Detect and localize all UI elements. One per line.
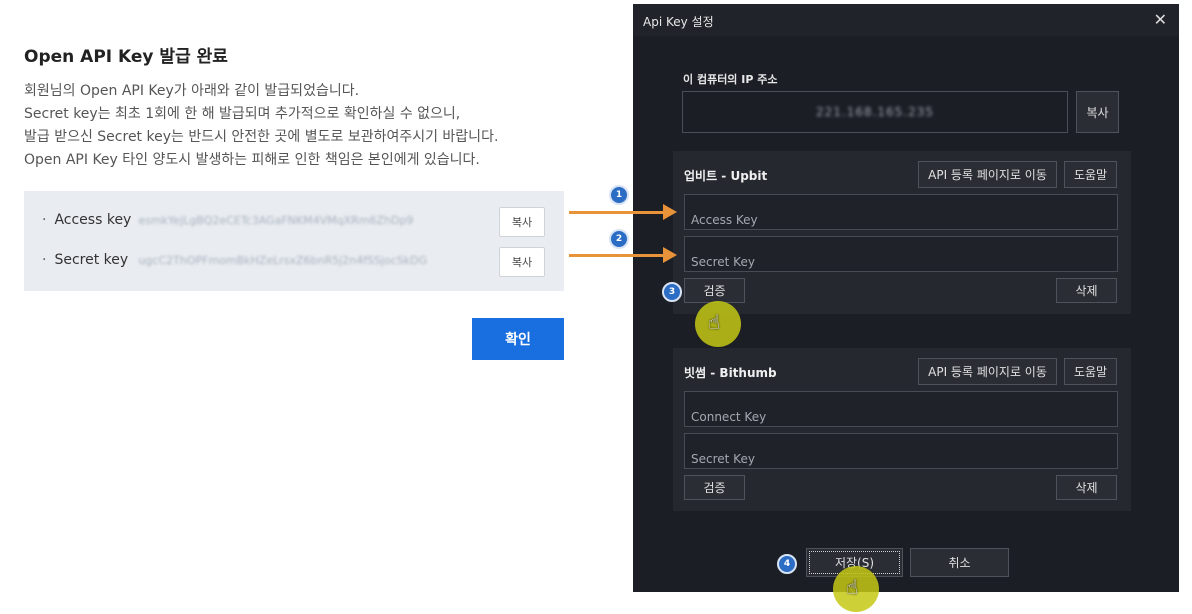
hand-cursor-icon: ☝ — [708, 310, 721, 334]
key-box: · Access key esmkYejLgBQ2eCETc3AGaFNKM4V… — [24, 191, 564, 291]
confirm-button[interactable]: 확인 — [472, 318, 564, 360]
step-4-badge: 4 — [777, 554, 797, 574]
upbit-secret-key-input[interactable]: Secret Key — [684, 236, 1118, 272]
secret-key-value: ugcC2ThOPFmomBkHZeLrsxZ6bnR5j2n4fSSjocSk… — [138, 253, 428, 267]
desc-line: 발급 받으신 Secret key는 반드시 안전한 곳에 별도로 보관하여주시… — [24, 129, 499, 145]
upbit-verify-button[interactable]: 검증 — [684, 278, 745, 303]
secret-key-row: · Secret key ugcC2ThOPFmomBkHZeLrsxZ6bnR… — [42, 252, 484, 268]
page-description: 회원님의 Open API Key가 아래와 같이 발급되었습니다. Secre… — [24, 80, 498, 172]
step-3-badge: 3 — [662, 282, 682, 302]
bithumb-delete-button[interactable]: 삭제 — [1056, 475, 1117, 500]
bithumb-connect-key-input[interactable]: Connect Key — [684, 391, 1118, 427]
access-key-value: esmkYejLgBQ2eCETc3AGaFNKM4VMqXRm6ZhDp9 — [138, 213, 414, 227]
upbit-title: 업비트 - Upbit — [684, 169, 768, 183]
access-key-label: Access key — [54, 212, 132, 228]
bithumb-secret-key-placeholder: Secret Key — [691, 452, 755, 466]
desc-line: 회원님의 Open API Key가 아래와 같이 발급되었습니다. — [24, 83, 360, 99]
arrow-icon — [569, 204, 677, 220]
dialog-titlebar: Api Key 설정 ✕ — [633, 4, 1179, 36]
close-icon[interactable]: ✕ — [1154, 10, 1167, 29]
bullet-icon: · — [42, 212, 47, 228]
bithumb-secret-key-input[interactable]: Secret Key — [684, 433, 1118, 469]
step-1-badge: 1 — [609, 185, 629, 205]
bithumb-register-page-button[interactable]: API 등록 페이지로 이동 — [918, 358, 1057, 385]
secret-key-label: Secret key — [54, 252, 129, 268]
access-key-row: · Access key esmkYejLgBQ2eCETc3AGaFNKM4V… — [42, 212, 484, 228]
cancel-button[interactable]: 취소 — [910, 548, 1009, 577]
bullet-icon: · — [42, 252, 47, 268]
bithumb-verify-button[interactable]: 검증 — [684, 475, 745, 500]
hand-cursor-icon: ☝ — [846, 575, 859, 599]
arrow-icon — [569, 247, 677, 263]
copy-ip-button[interactable]: 복사 — [1076, 91, 1119, 133]
page-title: Open API Key 발급 완료 — [24, 47, 228, 67]
ip-label: 이 컴퓨터의 IP 주소 — [683, 73, 778, 86]
dialog-title: Api Key 설정 — [643, 15, 714, 29]
desc-line: Open API Key 타인 양도시 발생하는 피해로 인한 책임은 본인에게… — [24, 152, 480, 168]
ip-address-field: 221.168.165.235 — [682, 91, 1068, 133]
step-2-badge: 2 — [609, 229, 629, 249]
api-key-settings-dialog: Api Key 설정 ✕ 이 컴퓨터의 IP 주소 221.168.165.23… — [633, 4, 1179, 592]
copy-secret-key-button[interactable]: 복사 — [499, 247, 545, 277]
upbit-section: 업비트 - Upbit API 등록 페이지로 이동 도움말 Access Ke… — [673, 151, 1131, 314]
upbit-help-button[interactable]: 도움말 — [1064, 161, 1117, 188]
bithumb-title: 빗썸 - Bithumb — [684, 366, 777, 380]
upbit-register-page-button[interactable]: API 등록 페이지로 이동 — [918, 161, 1057, 188]
bithumb-help-button[interactable]: 도움말 — [1064, 358, 1117, 385]
bithumb-section: 빗썸 - Bithumb API 등록 페이지로 이동 도움말 Connect … — [673, 348, 1131, 511]
ip-address-value: 221.168.165.235 — [815, 105, 935, 119]
upbit-access-key-placeholder: Access Key — [691, 213, 758, 227]
desc-line: Secret key는 최초 1회에 한 해 발급되며 추가적으로 확인하실 수… — [24, 106, 461, 122]
upbit-delete-button[interactable]: 삭제 — [1056, 278, 1117, 303]
bithumb-connect-key-placeholder: Connect Key — [691, 410, 767, 424]
upbit-secret-key-placeholder: Secret Key — [691, 255, 755, 269]
copy-access-key-button[interactable]: 복사 — [499, 207, 545, 237]
upbit-access-key-input[interactable]: Access Key — [684, 194, 1118, 230]
